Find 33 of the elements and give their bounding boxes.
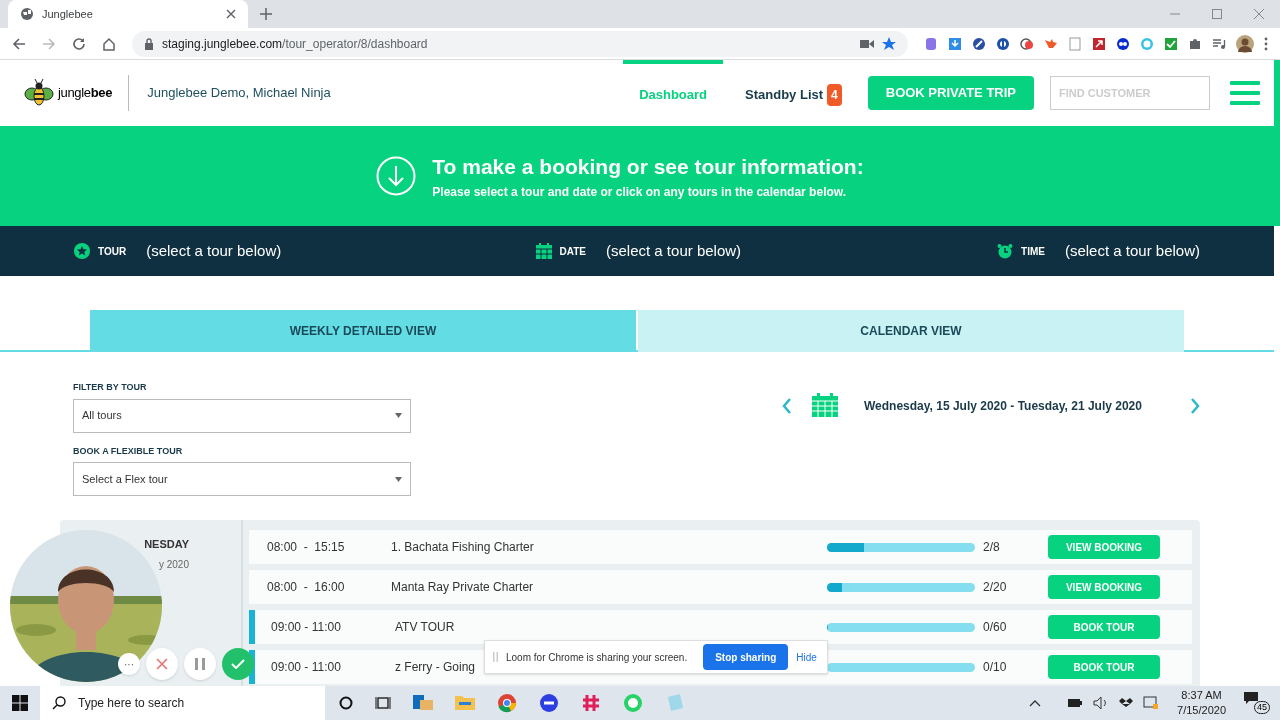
tour-name: z Ferry - Going — [395, 659, 475, 676]
clock-date: 7/15/2020 — [1177, 703, 1226, 718]
field-label: TOUR — [98, 244, 127, 259]
operator-name: Junglebee Demo, Michael Ninja — [147, 84, 331, 103]
tour-time: 08:00 - 16:00 — [267, 579, 346, 596]
date-range: Wednesday, 15 July 2020 - Tuesday, 21 July 2020 — [864, 398, 1143, 415]
capacity-count: 0/60 — [982, 619, 1008, 636]
filter-label: BOOK A FLEXIBLE TOUR — [73, 444, 184, 458]
field-value: (select a tour below) — [146, 240, 282, 261]
filter-label: FILTER BY TOUR — [73, 381, 148, 394]
capacity-count: 2/8 — [982, 539, 1001, 556]
clock-time: 8:37 AM — [1181, 688, 1222, 703]
notification-count: 45 — [1254, 701, 1270, 714]
tour-time: 09:00 - 11:00 — [271, 619, 342, 636]
field-value: (select a tour below) — [1064, 240, 1200, 261]
capacity-count: 2/20 — [982, 579, 1008, 596]
tour-time: 08:00 - 15:15 — [267, 539, 346, 556]
count-badge: 4 — [827, 84, 842, 106]
capacity-count: 0/10 — [982, 659, 1008, 676]
tour-time: 09:00 - 11:00 — [271, 659, 342, 676]
share-message: Loom for Chrome is sharing your screen. — [506, 650, 688, 665]
field-value: (select a tour below) — [606, 240, 742, 261]
tour-name: ATV TOUR — [395, 619, 455, 636]
tour-name: 1. Bachata Fishing Charter — [391, 539, 534, 556]
url-text: staging.junglebee.com/tour_operator/8/dashboard — [162, 35, 428, 53]
field-label: DATE — [559, 244, 586, 259]
logo-text: junglebee — [58, 84, 113, 103]
banner-title: To make a booking or see tour information: — [432, 154, 864, 181]
banner-subtitle: Please select a tour and date or click on any tours in the calendar below. — [432, 183, 847, 201]
tour-name: Manta Ray Private Charter — [391, 579, 534, 596]
field-label: TIME — [1021, 244, 1045, 259]
date-text: y 2020 — [158, 557, 189, 572]
weekday-text: NESDAY — [144, 537, 189, 552]
